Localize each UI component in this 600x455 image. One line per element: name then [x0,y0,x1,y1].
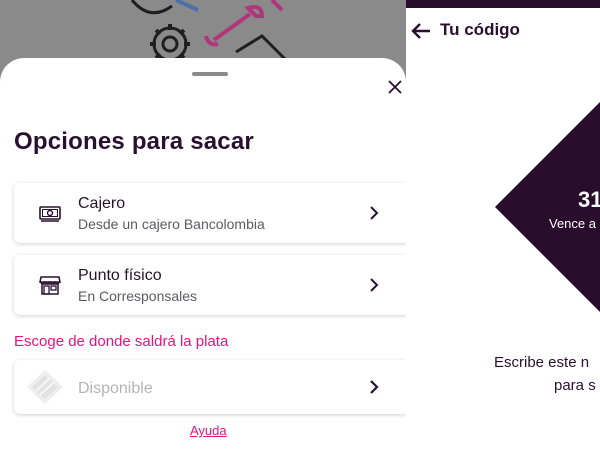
option-subtitle: En Corresponsales [78,288,198,304]
help-link[interactable]: Ayuda [190,423,227,438]
option-title: Punto físico [78,267,162,284]
account-card-icon [27,370,63,404]
store-icon [39,276,61,295]
chevron-right-icon [370,206,379,220]
sheet-drag-handle[interactable] [192,72,228,76]
option-title: Cajero [78,195,126,212]
code-screen: Tu código 31 Vence a Escribe este n para… [406,0,600,455]
sheet-title: Opciones para sacar [14,128,254,155]
source-account-prompt: Escoge de donde saldrá la plata [14,333,229,350]
instruction-text: para s [554,377,596,394]
option-punto-fisico[interactable]: Punto físico En Corresponsales [14,255,406,315]
bottom-sheet: Opciones para sacar Cajero Desde un caje… [0,58,406,455]
account-label: Disponible [78,380,153,397]
withdraw-options-screen: Opciones para sacar Cajero Desde un caje… [0,0,406,455]
option-subtitle: Desde un cajero Bancolombia [78,216,265,232]
code-expiry: Vence a [549,216,596,231]
withdrawal-code: 31 [578,187,600,212]
cash-icon [39,206,61,222]
instruction-text: Escribe este n [494,354,590,371]
close-icon[interactable] [386,78,406,98]
chevron-right-icon [370,278,379,292]
option-cajero[interactable]: Cajero Desde un cajero Bancolombia [14,183,406,243]
account-selector[interactable]: Disponible [14,360,406,414]
chevron-right-icon [370,380,379,394]
